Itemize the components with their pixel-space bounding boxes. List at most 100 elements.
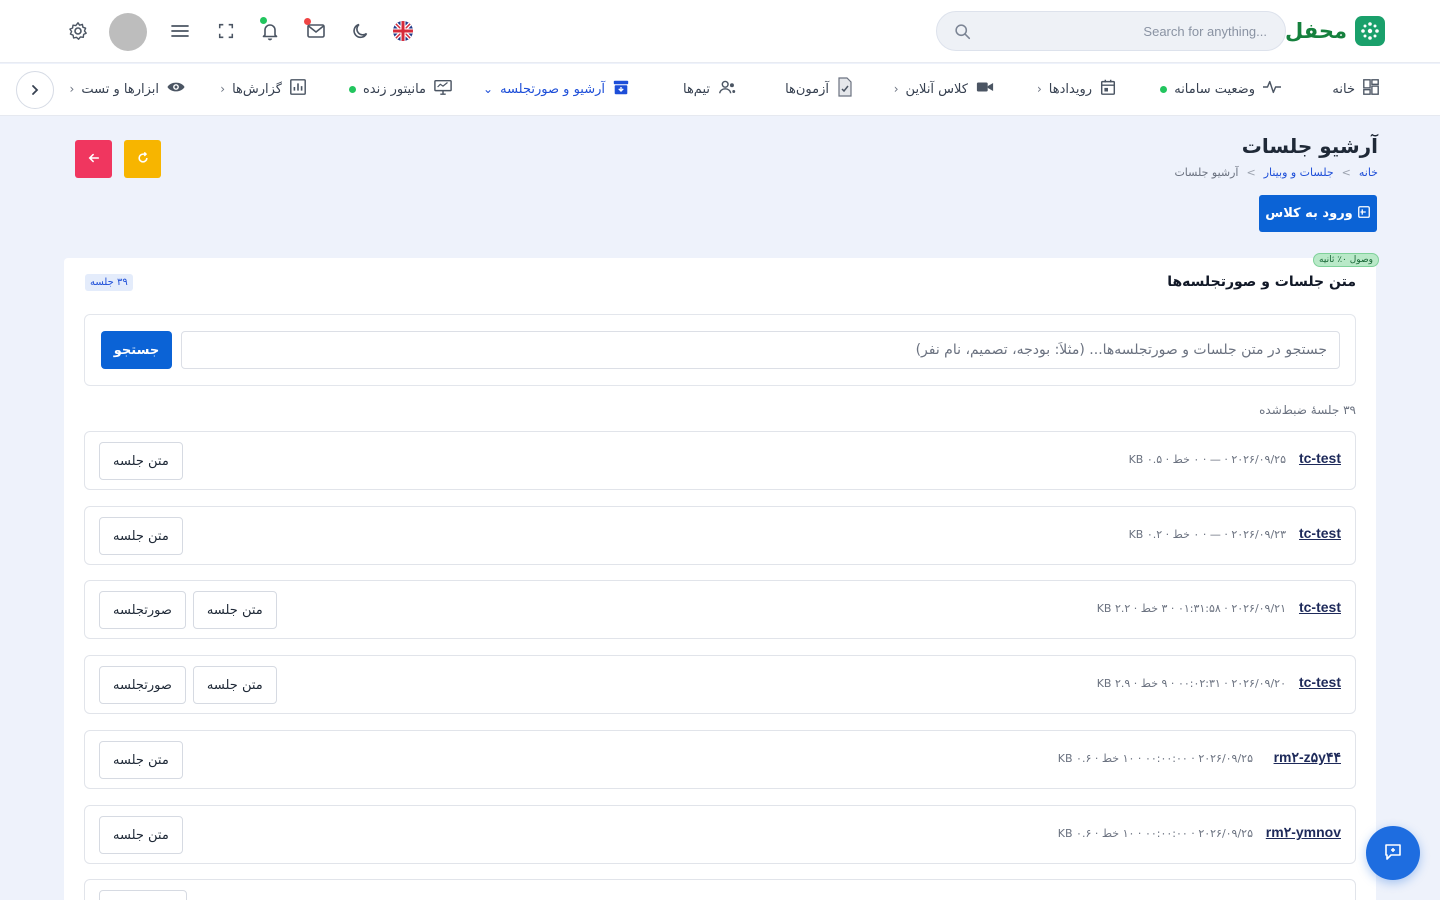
brand-logo[interactable]: محفل bbox=[1285, 16, 1385, 46]
nav-item-teams[interactable]: تیم‌ها bbox=[683, 64, 737, 114]
session-name-link[interactable]: tc-test bbox=[1299, 599, 1341, 615]
session-actions: متن جلسه bbox=[99, 741, 183, 779]
eye-icon bbox=[166, 78, 186, 100]
session-meta: ۲۰۲۶/۰۹/۲۱ · ۰۱:۳۱:۵۸ · ۳ خط · ۲.۲ KB bbox=[1096, 602, 1286, 615]
session-row: rm۲-ymnov ۲۰۲۶/۰۹/۲۵ · ۰۰:۰۰:۰۰ · ۱۰ خط … bbox=[84, 805, 1356, 864]
transcript-button[interactable]: متن جلسه bbox=[192, 591, 277, 629]
nav-item-home[interactable]: خانه bbox=[1332, 64, 1380, 114]
join-class-button[interactable]: ورود به کلاس bbox=[1259, 195, 1377, 232]
main-nav: خانه وضعیت سامانه رویدادها ‹ کلاس آنلاین… bbox=[0, 64, 1440, 116]
arrow-left-icon bbox=[88, 152, 100, 167]
chevron-left-icon: ‹ bbox=[69, 82, 75, 96]
session-actions: متن جلسه bbox=[99, 517, 183, 555]
nav-item-online-class[interactable]: کلاس آنلاین ‹ bbox=[894, 64, 995, 114]
session-meta: ۲۰۲۶/۰۹/۲۰ · ۰۰:۰۲:۳۱ · ۹ خط · ۲.۹ KB bbox=[1096, 677, 1286, 690]
nav-label: آزمون‌ها bbox=[785, 81, 829, 97]
session-actions: متن جلسه bbox=[99, 442, 183, 480]
search-button[interactable]: جستجو bbox=[101, 331, 172, 369]
archive-box-icon bbox=[612, 78, 630, 100]
refresh-button[interactable] bbox=[124, 140, 161, 178]
chat-message-icon bbox=[1383, 842, 1403, 865]
session-count-badge: ۳۹ جلسه bbox=[85, 274, 133, 291]
session-name-link[interactable]: tc-test bbox=[1299, 450, 1341, 466]
video-camera-icon bbox=[975, 78, 995, 100]
nav-item-events[interactable]: رویدادها ‹ bbox=[1037, 64, 1117, 114]
minutes-button[interactable]: صورتجلسه bbox=[99, 591, 186, 629]
global-search-input[interactable] bbox=[977, 12, 1267, 50]
nav-label: آرشیو و صورتجلسه bbox=[500, 81, 605, 97]
logo-icon bbox=[1355, 16, 1385, 46]
session-meta: ۲۰۲۶/۰۹/۲۳ · — · ۰ خط · ۰.۲ KB bbox=[1128, 528, 1286, 541]
report-chart-icon bbox=[289, 78, 307, 100]
transcript-button[interactable]: متن جلسه bbox=[192, 666, 277, 704]
nav-item-live-monitor[interactable]: مانیتور زنده bbox=[348, 64, 453, 114]
page-title: آرشیو جلسات bbox=[1241, 134, 1378, 158]
activity-pulse-icon bbox=[1262, 78, 1282, 100]
join-class-label: ورود به کلاس bbox=[1265, 206, 1353, 221]
session-name-link[interactable]: tc-test bbox=[1299, 674, 1341, 690]
transcript-search-input[interactable] bbox=[181, 331, 1340, 369]
nav-label: وضعیت سامانه bbox=[1174, 81, 1255, 97]
session-name-link[interactable]: rm۲-ymnov bbox=[1266, 824, 1341, 841]
nav-item-archive[interactable]: آرشیو و صورتجلسه ⌄ bbox=[483, 64, 630, 114]
mail-icon[interactable] bbox=[304, 18, 328, 43]
fullscreen-icon[interactable] bbox=[214, 19, 238, 43]
nav-label: کلاس آنلاین bbox=[905, 81, 968, 97]
session-meta: ۲۰۲۶/۰۹/۲۵ · ۰۰:۰۰:۰۰ · ۱۰ خط · ۰.۶ KB bbox=[1057, 752, 1253, 765]
nav-label: گزارش‌ها bbox=[232, 81, 282, 97]
session-row: tc-test ۲۰۲۶/۰۹/۲۵ · — · ۰ خط · ۰.۵ KB م… bbox=[84, 431, 1356, 490]
settings-gear-icon[interactable] bbox=[66, 19, 90, 43]
transcript-button[interactable]: متن جلسه bbox=[99, 517, 183, 555]
status-online-dot bbox=[1160, 85, 1168, 93]
dark-mode-moon-icon[interactable] bbox=[349, 19, 373, 43]
breadcrumb-current: آرشیو جلسات bbox=[1174, 166, 1239, 179]
status-pill: وصول ۰٪ ثانیه bbox=[1313, 253, 1379, 267]
breadcrumb-separator: > bbox=[1341, 166, 1351, 179]
breadcrumb-link-home[interactable]: خانه bbox=[1359, 166, 1378, 179]
notification-dot bbox=[260, 17, 267, 24]
monitor-icon bbox=[433, 78, 453, 100]
session-actions: صورتجلسه متن جلسه bbox=[99, 591, 277, 629]
minutes-button[interactable]: صورتجلسه bbox=[99, 666, 186, 704]
enter-class-icon bbox=[1357, 205, 1371, 223]
session-actions bbox=[99, 890, 187, 900]
transcript-button[interactable]: متن جلسه bbox=[99, 816, 183, 854]
refresh-icon bbox=[137, 151, 149, 167]
chevron-left-icon: ‹ bbox=[1036, 82, 1042, 96]
nav-label: خانه bbox=[1332, 81, 1355, 97]
session-meta: ۲۰۲۶/۰۹/۲۵ · ۰۰:۰۰:۰۰ · ۱۰ خط · ۰.۶ KB bbox=[1057, 827, 1253, 840]
chevron-down-icon: ⌄ bbox=[483, 82, 494, 96]
session-row: tc-test ۲۰۲۶/۰۹/۲۳ · — · ۰ خط · ۰.۲ KB م… bbox=[84, 506, 1356, 565]
brand-name: محفل bbox=[1285, 19, 1347, 43]
nav-label: رویدادها bbox=[1048, 81, 1092, 97]
dashboard-grid-icon bbox=[1362, 78, 1380, 100]
search-icon bbox=[954, 23, 971, 44]
nav-item-tools[interactable]: ابزارها و تست ‹ bbox=[70, 64, 186, 114]
transcript-button[interactable]: متن جلسه bbox=[99, 442, 183, 480]
transcript-button[interactable]: متن جلسه bbox=[99, 741, 183, 779]
nav-scroll-button[interactable] bbox=[16, 71, 54, 109]
card-title: متن جلسات و صورتجلسه‌ها bbox=[1167, 274, 1356, 290]
mail-unread-dot bbox=[304, 18, 311, 25]
breadcrumb-separator: > bbox=[1246, 166, 1256, 179]
chevron-left-icon: ‹ bbox=[893, 82, 899, 96]
transcript-search-panel: جستجو bbox=[84, 314, 1356, 386]
chat-support-button[interactable] bbox=[1366, 826, 1420, 880]
nav-item-system-status[interactable]: وضعیت سامانه bbox=[1160, 64, 1282, 114]
menu-hamburger-icon[interactable] bbox=[168, 19, 192, 43]
session-name-link[interactable]: rm۲-z۵y۴۴ bbox=[1274, 749, 1341, 766]
uk-flag-icon[interactable] bbox=[391, 19, 415, 43]
breadcrumb-link-sessions[interactable]: جلسات و وبینار bbox=[1264, 166, 1334, 179]
back-button[interactable] bbox=[75, 140, 112, 178]
calendar-icon bbox=[1099, 78, 1117, 100]
chevron-right-icon bbox=[29, 81, 41, 100]
notification-bell-icon[interactable] bbox=[258, 17, 282, 43]
recorded-count: ۳۹ جلسهٔ ضبط‌شده bbox=[1259, 403, 1356, 417]
global-search[interactable] bbox=[936, 11, 1286, 51]
nav-item-reports[interactable]: گزارش‌ها ‹ bbox=[220, 64, 307, 114]
session-name-link[interactable]: tc-test bbox=[1299, 525, 1341, 541]
live-indicator-dot bbox=[348, 85, 356, 93]
transcript-button[interactable] bbox=[99, 890, 187, 900]
nav-item-exams[interactable]: آزمون‌ها bbox=[785, 64, 854, 114]
user-avatar[interactable] bbox=[109, 13, 147, 51]
